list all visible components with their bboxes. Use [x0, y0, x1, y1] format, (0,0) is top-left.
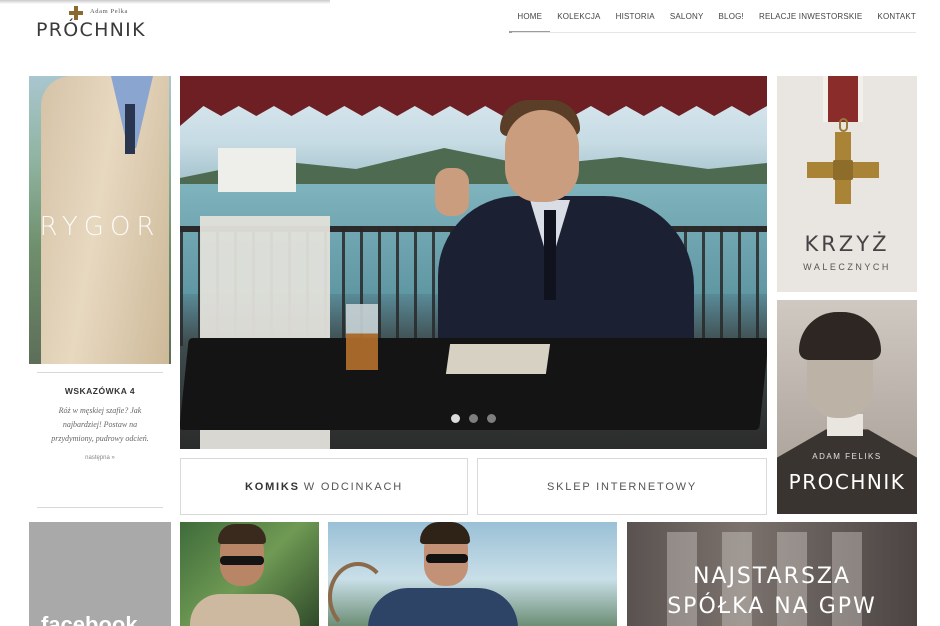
- ribbon-image: [823, 76, 863, 122]
- sailor-tile[interactable]: [328, 522, 617, 626]
- komiks-button[interactable]: KOMIKS W ODCINKACH: [180, 458, 468, 515]
- notebook-image: [445, 344, 551, 374]
- sunglasses-image: [426, 554, 468, 563]
- style-tip: WSKAZÓWKA 4 Róż w męskiej szafie? Jak na…: [29, 372, 171, 508]
- man-hand-image: [435, 168, 469, 216]
- komiks-rest: W ODCINKACH: [303, 480, 404, 493]
- awning-image: [180, 76, 767, 126]
- rygor-tile[interactable]: RYGOR: [29, 76, 171, 364]
- tip-title: WSKAZÓWKA 4: [64, 386, 136, 396]
- nav-kontakt[interactable]: KONTAKT: [877, 12, 916, 33]
- main-nav: HOME KOLEKCJA HISTORIA SALONY BLOG! RELA…: [509, 12, 916, 33]
- founder-hair-image: [799, 312, 881, 360]
- logo-sub: Adam Pelka: [90, 8, 128, 15]
- logo-name: PRÓCHNIK: [36, 19, 146, 41]
- nav-blog[interactable]: BLOG!: [719, 12, 744, 33]
- komiks-bold: KOMIKS: [244, 480, 300, 493]
- rygor-label: RYGOR: [39, 212, 161, 242]
- founder-tile[interactable]: ADAM FELIKS PROCHNIK: [777, 300, 917, 514]
- man-tie-image: [544, 210, 556, 300]
- shirt-image: [368, 588, 518, 626]
- slider-dot-3[interactable]: [487, 414, 496, 423]
- krzyz-tile[interactable]: KRZYŻ WALECZNYCH: [777, 76, 917, 292]
- slider-dot-1[interactable]: [451, 414, 460, 423]
- tip-text: Róż w męskiej szafie? Jak najbardziej! P…: [51, 406, 149, 443]
- nav-relacje-inwestorskie[interactable]: RELACJE INWESTORSKIE: [759, 12, 862, 33]
- gpw-tile[interactable]: NAJSTARSZA SPÓŁKA NA GPW: [627, 522, 917, 626]
- nav-salony[interactable]: SALONY: [670, 12, 704, 33]
- man-face-image: [505, 110, 579, 202]
- sunglasses-image: [220, 556, 264, 565]
- slider-dot-2[interactable]: [469, 414, 478, 423]
- house-image: [218, 148, 296, 192]
- gpw-line-1: NAJSTARSZA: [692, 564, 852, 589]
- facebook-label: facebook: [41, 612, 138, 626]
- nav-home[interactable]: HOME: [509, 12, 550, 33]
- krzyz-subtitle: WALECZNYCH: [803, 262, 891, 272]
- tip-divider-top: [37, 372, 163, 373]
- founder-first-name: ADAM FELIKS: [812, 452, 882, 461]
- hero-slider[interactable]: [180, 76, 767, 449]
- cross-icon: [69, 6, 83, 20]
- tip-next-link[interactable]: następna »: [29, 455, 171, 461]
- founder-last-name: PROCHNIK: [788, 470, 906, 494]
- whisky-glass-image: [346, 304, 378, 370]
- cross-medal-center: [833, 160, 853, 180]
- top-shadow: [0, 0, 330, 4]
- logo[interactable]: Adam Pelka PRÓCHNIK: [36, 6, 171, 41]
- krzyz-title: KRZYŻ: [804, 232, 890, 256]
- medal-ring: [839, 118, 848, 132]
- nav-divider: [512, 32, 916, 33]
- slider-dots: [180, 414, 767, 423]
- shop-button[interactable]: SKLEP INTERNETOWY: [477, 458, 767, 515]
- jacket-image: [190, 594, 300, 626]
- hair-image: [420, 522, 470, 544]
- tip-divider-bottom: [37, 507, 163, 508]
- tie-image: [125, 104, 135, 154]
- sunglasses-tile[interactable]: [180, 522, 319, 626]
- facebook-tile[interactable]: facebook: [29, 522, 171, 626]
- nav-kolekcja[interactable]: KOLEKCJA: [557, 12, 600, 33]
- nav-historia[interactable]: HISTORIA: [616, 12, 655, 33]
- gpw-line-2: SPÓŁKA NA GPW: [667, 594, 877, 619]
- hair-image: [218, 524, 266, 544]
